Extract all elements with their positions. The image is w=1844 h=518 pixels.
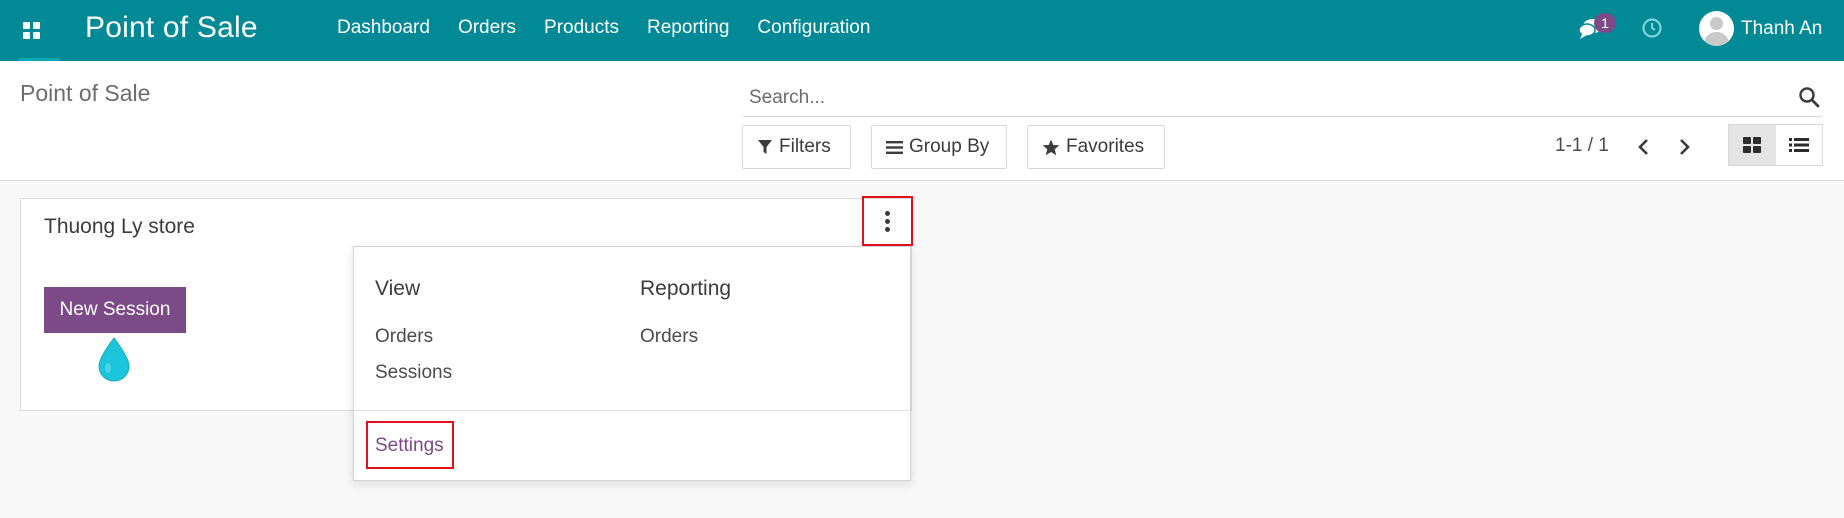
list-view-button[interactable] — [1776, 125, 1823, 165]
groupby-button[interactable]: Group By — [871, 125, 1007, 169]
bars-icon — [886, 140, 903, 154]
pager-value[interactable]: 1-1 / 1 — [1555, 135, 1609, 157]
menu-item-products[interactable]: Products — [544, 17, 619, 39]
menu-item-reporting[interactable]: Reporting — [647, 17, 729, 39]
card-title: Thuong Ly store — [44, 215, 195, 238]
menu-item-configuration[interactable]: Configuration — [757, 17, 870, 39]
apps-menu-icon[interactable] — [14, 12, 48, 48]
app-title[interactable]: Point of Sale — [85, 11, 258, 45]
search-icon[interactable] — [1798, 86, 1820, 108]
top-navbar: Point of Sale Dashboard Orders Products … — [0, 0, 1844, 61]
star-icon — [1042, 139, 1060, 155]
list-icon — [1788, 138, 1809, 152]
favorites-button[interactable]: Favorites — [1027, 125, 1165, 169]
favorites-label: Favorites — [1066, 136, 1145, 157]
activity-clock-icon[interactable] — [1641, 17, 1663, 39]
filters-button[interactable]: Filters — [742, 125, 851, 169]
menu-item-orders[interactable]: Orders — [458, 17, 516, 39]
view-orders-link[interactable]: Orders — [375, 326, 433, 348]
dropdown-divider — [354, 410, 910, 411]
view-heading: View — [375, 277, 421, 300]
card-dropdown-menu: View Orders Sessions Reporting Orders Se… — [353, 246, 911, 481]
settings-link[interactable]: Settings — [375, 435, 444, 457]
groupby-label: Group By — [909, 136, 990, 157]
filter-icon — [758, 140, 772, 154]
water-drop-icon — [98, 337, 130, 382]
kebab-menu-icon — [885, 210, 890, 232]
reporting-orders-link[interactable]: Orders — [640, 326, 698, 348]
view-switcher — [1728, 124, 1823, 166]
messaging-button[interactable]: 1 — [1578, 13, 1622, 45]
chevron-left-icon[interactable] — [1632, 135, 1656, 159]
main-menu: Dashboard Orders Products Reporting Conf… — [337, 17, 898, 39]
search-input[interactable] — [749, 83, 1749, 113]
menu-item-dashboard[interactable]: Dashboard — [337, 17, 430, 39]
breadcrumb: Point of Sale — [20, 80, 151, 106]
new-session-button[interactable]: New Session — [44, 287, 186, 333]
filters-label: Filters — [779, 136, 831, 157]
avatar — [1699, 11, 1734, 46]
search-bar — [743, 79, 1822, 117]
user-name: Thanh An — [1741, 17, 1823, 39]
kanban-grid-icon — [1743, 137, 1762, 153]
chat-badge: 1 — [1594, 13, 1616, 33]
view-sessions-link[interactable]: Sessions — [375, 362, 452, 384]
user-menu[interactable]: Thanh An — [1699, 11, 1822, 46]
card-dropdown-toggle[interactable] — [862, 196, 913, 246]
kanban-view-button[interactable] — [1729, 125, 1776, 165]
reporting-heading: Reporting — [640, 277, 732, 300]
chevron-right-icon[interactable] — [1672, 135, 1696, 159]
